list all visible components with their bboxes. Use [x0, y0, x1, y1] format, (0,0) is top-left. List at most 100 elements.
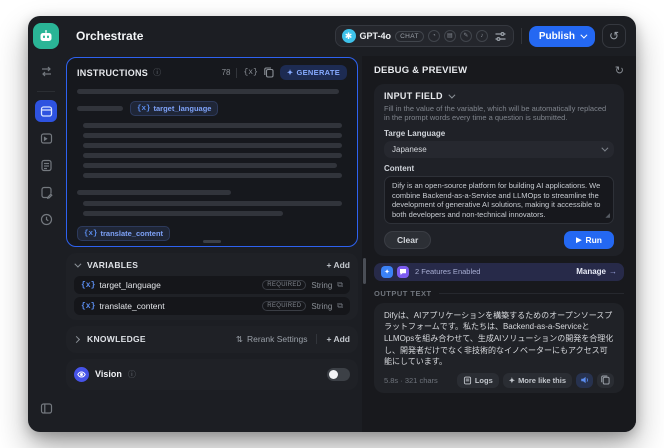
insert-variable-icon[interactable]: {x} [243, 68, 257, 77]
output-text: Difyは、AIアプリケーションを構築するためのオープンソースプラットフォームで… [384, 310, 614, 367]
modality-vision-icon: ◔ [427, 30, 440, 42]
text-to-speech-button[interactable] [576, 372, 593, 388]
output-meta: 5.8s · 321 chars [384, 375, 438, 385]
copy-prompt-icon[interactable] [264, 67, 274, 78]
input-field-description: Fill in the value of the variable, which… [384, 104, 607, 123]
features-bar[interactable]: ✦ 2 Features Enabled Manage → [374, 262, 624, 281]
vision-toggle[interactable] [327, 367, 350, 381]
add-knowledge-button[interactable]: + Add [326, 334, 350, 344]
swap-model-icon[interactable] [35, 60, 57, 82]
variable-name: translate_content [99, 301, 165, 311]
arrow-right-icon: → [609, 267, 617, 277]
sparkle-icon: ✦ [286, 68, 294, 77]
chevron-down-icon[interactable] [74, 260, 82, 270]
rerank-label: Rerank Settings [246, 334, 308, 344]
logs-icon [463, 376, 471, 385]
nav-annotation-icon[interactable] [35, 181, 57, 203]
variable-prefix: {x} [137, 104, 151, 113]
target-language-label: Targe Language [384, 128, 446, 138]
vision-label: Vision [95, 369, 122, 379]
copy-output-button[interactable] [597, 372, 614, 388]
chevron-down-icon [580, 31, 588, 39]
nav-api-icon[interactable] [35, 127, 57, 149]
change-type-icon[interactable]: ⧉ [337, 280, 343, 290]
output-title: OUTPUT TEXT [374, 288, 432, 298]
prompt-skeleton: {x} target_language {x} translate_conten… [77, 89, 347, 241]
nav-logs-icon[interactable] [35, 154, 57, 176]
modality-audio-icon: ♪ [475, 30, 488, 42]
logs-label: Logs [474, 375, 493, 385]
resize-handle[interactable] [203, 240, 221, 243]
variable-type: String [311, 280, 333, 290]
knowledge-section: KNOWLEDGE ⇅ Rerank Settings + Add [66, 326, 358, 353]
instructions-panel[interactable]: INSTRUCTIONS ⓘ 78 {x} ✦ GENERATE {x} tar… [66, 57, 358, 247]
variable-chip[interactable]: {x} target_language [130, 101, 219, 116]
publish-label: Publish [538, 30, 575, 42]
run-button[interactable]: ▶ Run [564, 230, 614, 249]
rail-divider [37, 91, 55, 92]
output-card: Difyは、AIアプリケーションを構築するためのオープンソースプラットフォームで… [374, 302, 624, 393]
feature-moderation-icon: ✦ [381, 265, 393, 278]
divider [316, 334, 318, 344]
rerank-icon: ⇅ [235, 333, 243, 344]
model-selector[interactable]: ✱ GPT-4o CHAT ◔ ▤ ✎ ♪ [334, 25, 514, 47]
model-name: GPT-4o [359, 31, 392, 41]
topbar-divider [520, 28, 522, 44]
required-badge: REQUIRED [262, 301, 307, 311]
generate-button[interactable]: ✦ GENERATE [279, 65, 347, 80]
manage-label: Manage [576, 267, 606, 277]
speaker-icon [580, 377, 588, 384]
nav-orchestrate-icon[interactable] [35, 100, 57, 122]
restart-icon[interactable]: ↻ [615, 64, 624, 77]
info-icon: ⓘ [153, 68, 162, 77]
page-title: Orchestrate [76, 29, 144, 43]
model-mode-badge: CHAT [395, 30, 424, 42]
nav-monitoring-icon[interactable] [35, 208, 57, 230]
prompt-column: INSTRUCTIONS ⓘ 78 {x} ✦ GENERATE {x} tar… [64, 56, 362, 432]
content-textarea[interactable]: Dify is an open-source platform for buil… [384, 175, 614, 224]
version-history-button[interactable]: ↺ [602, 24, 626, 48]
selected-value: Japanese [392, 144, 427, 154]
chevron-down-icon[interactable] [448, 91, 456, 101]
debug-title: DEBUG & PREVIEW [374, 64, 468, 76]
feature-conversation-icon [397, 265, 409, 278]
sparkle-icon: ✦ [508, 375, 516, 385]
logs-button[interactable]: Logs [456, 372, 499, 388]
knowledge-title: KNOWLEDGE [87, 334, 146, 344]
add-variable-button[interactable]: + Add [326, 260, 350, 270]
run-label: Run [585, 234, 602, 245]
resize-grip-icon[interactable]: ◢ [605, 213, 610, 221]
more-like-this-label: More like this [518, 375, 566, 385]
variables-title: VARIABLES [87, 260, 139, 270]
manage-features-button[interactable]: Manage → [576, 267, 617, 276]
rerank-settings-button[interactable]: ⇅ Rerank Settings [236, 334, 308, 345]
variable-row[interactable]: {x} translate_content REQUIRED String ⧉ [74, 297, 350, 315]
target-language-select[interactable]: Japanese [384, 140, 614, 158]
chevron-down-icon [601, 144, 609, 152]
model-params-icon[interactable] [494, 30, 507, 43]
publish-button[interactable]: Publish [528, 25, 595, 47]
content-value: Dify is an open-source platform for buil… [392, 180, 601, 219]
features-enabled-text: 2 Features Enabled [415, 267, 481, 277]
variables-section: VARIABLES + Add {x} target_language REQU… [66, 253, 358, 320]
chevron-right-icon[interactable] [72, 335, 82, 344]
info-icon: ⓘ [127, 369, 136, 379]
variable-prefix: {x} [81, 280, 96, 290]
debug-panel: DEBUG & PREVIEW ↻ INPUT FIELD Fill in th… [362, 56, 636, 432]
instructions-title: INSTRUCTIONS [77, 67, 149, 78]
clear-button[interactable]: Clear [384, 230, 432, 249]
modality-tool-icon: ✎ [459, 30, 472, 42]
app-logo-icon[interactable] [33, 23, 59, 49]
left-rail [28, 56, 64, 432]
change-type-icon[interactable]: ⧉ [337, 301, 343, 311]
variable-chip[interactable]: {x} translate_content [77, 226, 171, 241]
input-field-title: INPUT FIELD [384, 91, 443, 101]
variable-row[interactable]: {x} target_language REQUIRED String ⧉ [74, 276, 350, 294]
app-window: Orchestrate ✱ GPT-4o CHAT ◔ ▤ ✎ ♪ Publis… [28, 16, 636, 432]
panel-resize-handle[interactable] [363, 258, 366, 284]
variable-name: translate_content [100, 229, 164, 238]
more-like-this-button[interactable]: ✦ More like this [502, 372, 572, 388]
variable-prefix: {x} [81, 301, 96, 311]
collapse-panel-icon[interactable] [35, 397, 57, 419]
input-field-card: INPUT FIELD Fill in the value of the var… [374, 84, 624, 256]
